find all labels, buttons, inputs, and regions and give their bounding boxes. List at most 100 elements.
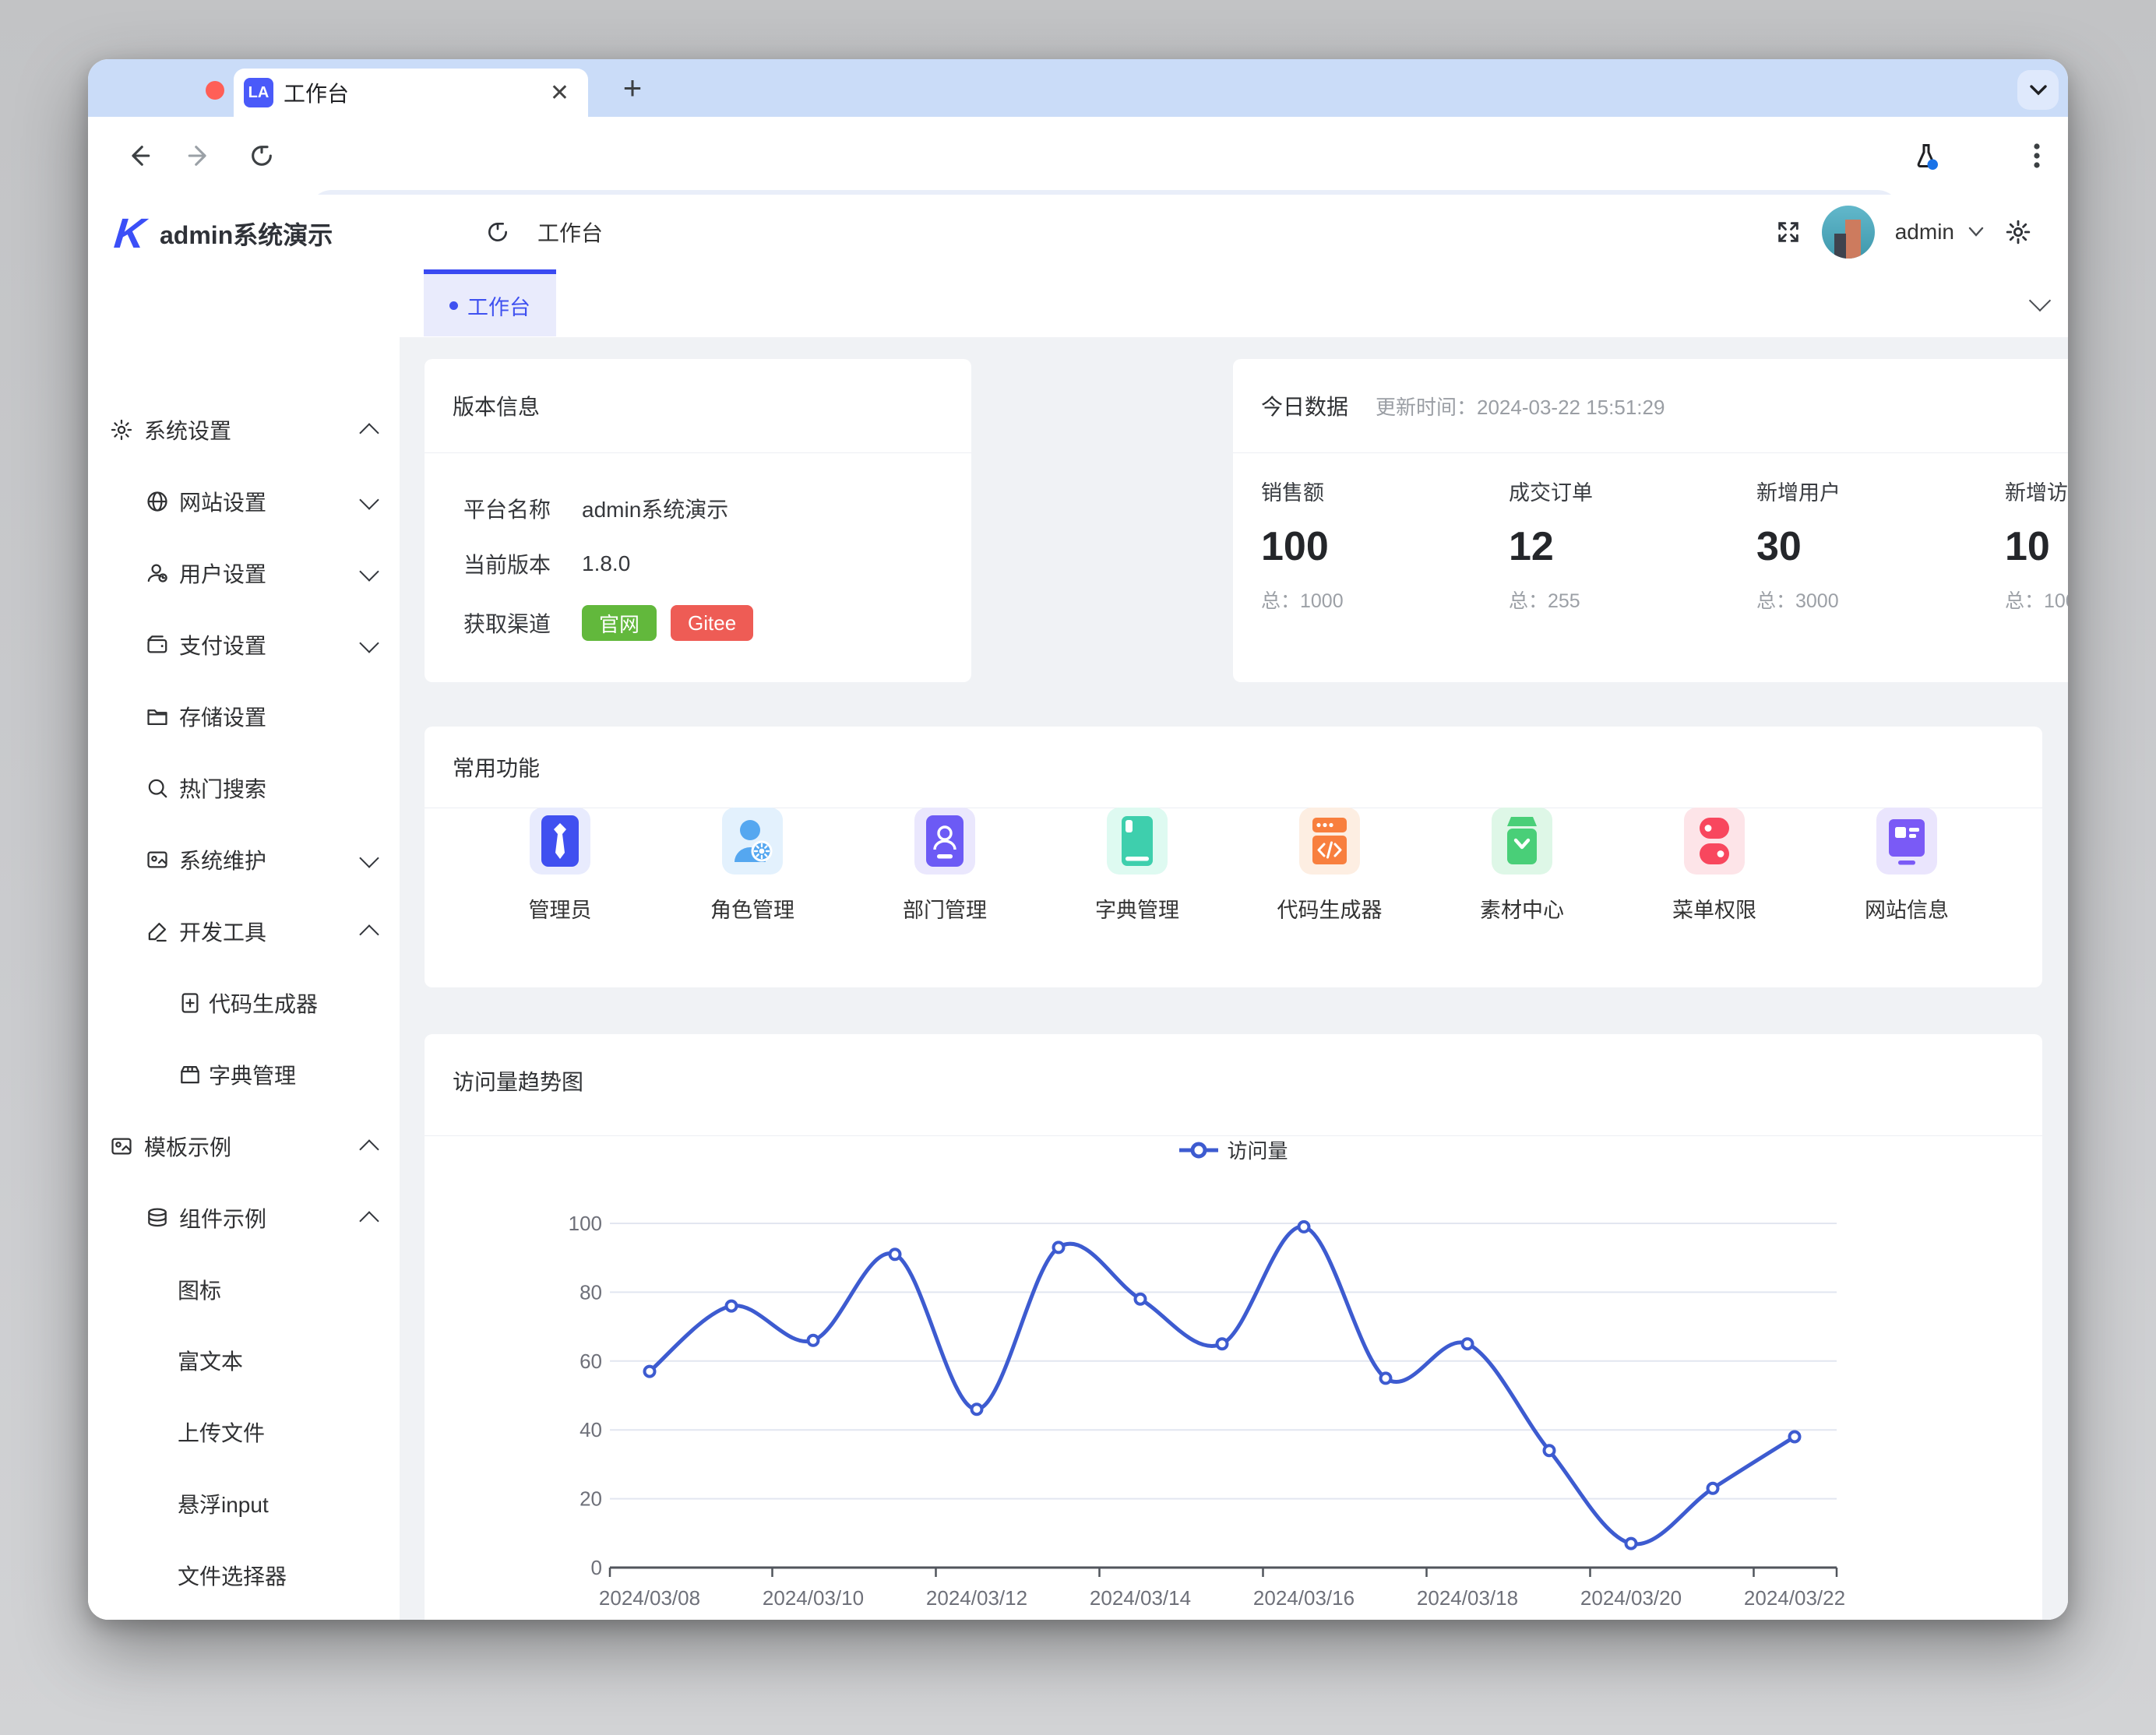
menu-auth-icon — [1694, 814, 1735, 868]
svg-text:2024/03/16: 2024/03/16 — [1253, 1586, 1355, 1610]
svg-text:2024/03/18: 2024/03/18 — [1417, 1586, 1518, 1610]
gitee-button[interactable]: Gitee — [671, 605, 753, 641]
experiments-button[interactable] — [1903, 117, 1950, 195]
user-avatar[interactable] — [1822, 206, 1875, 259]
page-header: 工作台 admin — [400, 195, 2068, 270]
panel-icon — [145, 847, 170, 872]
image-icon — [109, 1134, 134, 1159]
feature-label: 代码生成器 — [1277, 893, 1383, 924]
chevron-up-icon — [359, 423, 379, 442]
tab-title: 工作台 — [284, 69, 349, 117]
browser-tab[interactable]: LA 工作台 ✕ — [234, 69, 588, 117]
update-time: 更新时间：2024-03-22 15:51:29 — [1376, 359, 1665, 452]
stat-new-users: 新增用户30总：3000 — [1756, 476, 1990, 614]
card-title: 常用功能 — [453, 727, 540, 808]
browser-window: LA 工作台 ✕ + php.likeadmin.cn/admin/workb — [88, 59, 2068, 1620]
back-button[interactable] — [115, 117, 162, 195]
sidebar-item-label: 图标 — [178, 1274, 221, 1305]
stat-new-visits: 新增访问量10总：100 — [2005, 476, 2068, 614]
app-logo: K — [107, 212, 151, 255]
sidebar-item-16[interactable]: 文件选择器 — [88, 1558, 400, 1592]
feature-4[interactable]: 代码生成器 — [1275, 808, 1384, 932]
sidebar-item-11[interactable]: 组件示例 — [88, 1201, 400, 1235]
svg-text:0: 0 — [591, 1556, 602, 1579]
sidebar-item-7[interactable]: 开发工具 — [88, 914, 400, 948]
card-title: 今日数据 — [1261, 359, 1348, 452]
search-icon — [145, 776, 170, 801]
active-tab-dot — [449, 301, 458, 310]
feature-tiles: 管理员角色管理部门管理字典管理 代码生成器 素材中心 菜单权限 网站信息 — [425, 808, 2042, 932]
sidebar-item-label: 组件示例 — [179, 1202, 266, 1234]
favicon: LA — [244, 78, 273, 107]
visits-chart-card: 访问量趋势图 访问量 0204060801002024/03/082024/03… — [425, 1034, 2042, 1620]
svg-text:2024/03/14: 2024/03/14 — [1090, 1586, 1191, 1610]
tab-workbench[interactable]: 工作台 — [424, 269, 556, 336]
svg-text:60: 60 — [580, 1350, 602, 1373]
feature-label: 字典管理 — [1095, 893, 1179, 924]
chevron-up-icon — [359, 924, 379, 944]
browser-menu-button[interactable] — [2013, 117, 2060, 195]
current-version-label: 当前版本 — [463, 545, 551, 582]
sidebar-item-4[interactable]: 存储设置 — [88, 699, 400, 734]
fullscreen-icon[interactable] — [1775, 219, 1802, 245]
sidebar-item-6[interactable]: 系统维护 — [88, 843, 400, 877]
site-info-icon — [1886, 814, 1927, 868]
tab-bar-chevron-icon[interactable] — [2029, 290, 2051, 311]
official-site-button[interactable]: 官网 — [582, 605, 657, 641]
sidebar-item-12[interactable]: 图标 — [88, 1272, 400, 1307]
forward-button[interactable] — [176, 117, 223, 195]
sidebar-item-label: 富文本 — [178, 1345, 243, 1376]
code-gen-icon — [1309, 814, 1350, 868]
sidebar-item-13[interactable]: 富文本 — [88, 1343, 400, 1378]
feature-2[interactable]: 部门管理 — [890, 808, 999, 932]
feature-5[interactable]: 素材中心 — [1467, 808, 1576, 932]
admin-tie-icon — [540, 814, 580, 868]
feature-0[interactable]: 管理员 — [506, 808, 615, 932]
sidebar-item-15[interactable]: 悬浮input — [88, 1487, 400, 1521]
refresh-page-button[interactable] — [474, 195, 521, 269]
close-window-button[interactable] — [206, 81, 224, 100]
reload-button[interactable] — [238, 117, 285, 195]
globe-icon — [145, 489, 170, 514]
sidebar-item-14[interactable]: 上传文件 — [88, 1415, 400, 1449]
sidebar-item-2[interactable]: 用户设置 — [88, 556, 400, 590]
browser-tab-strip: LA 工作台 ✕ + — [88, 59, 2068, 117]
chevron-down-icon[interactable] — [1968, 227, 1984, 238]
sidebar-item-label: 模板示例 — [144, 1131, 231, 1162]
version-card: 版本信息 平台名称 admin系统演示 当前版本 1.8.0 获取渠道 官网 G… — [425, 359, 971, 682]
feature-1[interactable]: 角色管理 — [698, 808, 807, 932]
sidebar-item-5[interactable]: 热门搜索 — [88, 771, 400, 805]
settings-gear-icon[interactable] — [2004, 218, 2032, 246]
feature-3[interactable]: 字典管理 — [1083, 808, 1192, 932]
sidebar-item-9[interactable]: 字典管理 — [88, 1058, 400, 1092]
tab-search-button[interactable] — [2017, 70, 2059, 110]
feature-label: 网站信息 — [1865, 893, 1949, 924]
feature-7[interactable]: 网站信息 — [1852, 808, 1961, 932]
username[interactable]: admin — [1895, 220, 1954, 245]
platform-name-label: 平台名称 — [463, 490, 551, 527]
refresh-icon — [485, 220, 510, 245]
feature-label: 素材中心 — [1480, 893, 1564, 924]
sidebar-item-label: 网站设置 — [179, 486, 266, 517]
back-arrow-icon — [125, 143, 152, 169]
sidebar-item-10[interactable]: 模板示例 — [88, 1129, 400, 1163]
role-icon — [732, 814, 773, 868]
reload-icon — [248, 143, 275, 169]
sidebar-item-label: 系统设置 — [144, 414, 231, 445]
workspace-tab-bar: 工作台 — [400, 269, 2068, 338]
forward-arrow-icon — [186, 143, 213, 169]
sidebar-item-8[interactable]: 代码生成器 — [88, 986, 400, 1020]
tab-close-icon[interactable]: ✕ — [550, 69, 569, 117]
feature-6[interactable]: 菜单权限 — [1660, 808, 1769, 932]
new-tab-button[interactable]: + — [608, 64, 657, 112]
chevron-down-icon — [359, 633, 379, 653]
sidebar-item-3[interactable]: 支付设置 — [88, 628, 400, 662]
sidebar-item-0[interactable]: 系统设置 — [88, 413, 400, 447]
chevron-down-icon — [359, 561, 379, 581]
sidebar-item-label: 开发工具 — [179, 916, 266, 947]
current-version-value: 1.8.0 — [582, 545, 630, 582]
feature-label: 菜单权限 — [1672, 893, 1756, 924]
stat-orders: 成交订单12总：255 — [1509, 476, 1742, 614]
today-data-card: 今日数据 更新时间：2024-03-22 15:51:29 销售额100总：10… — [1233, 359, 2068, 682]
sidebar-item-1[interactable]: 网站设置 — [88, 484, 400, 519]
